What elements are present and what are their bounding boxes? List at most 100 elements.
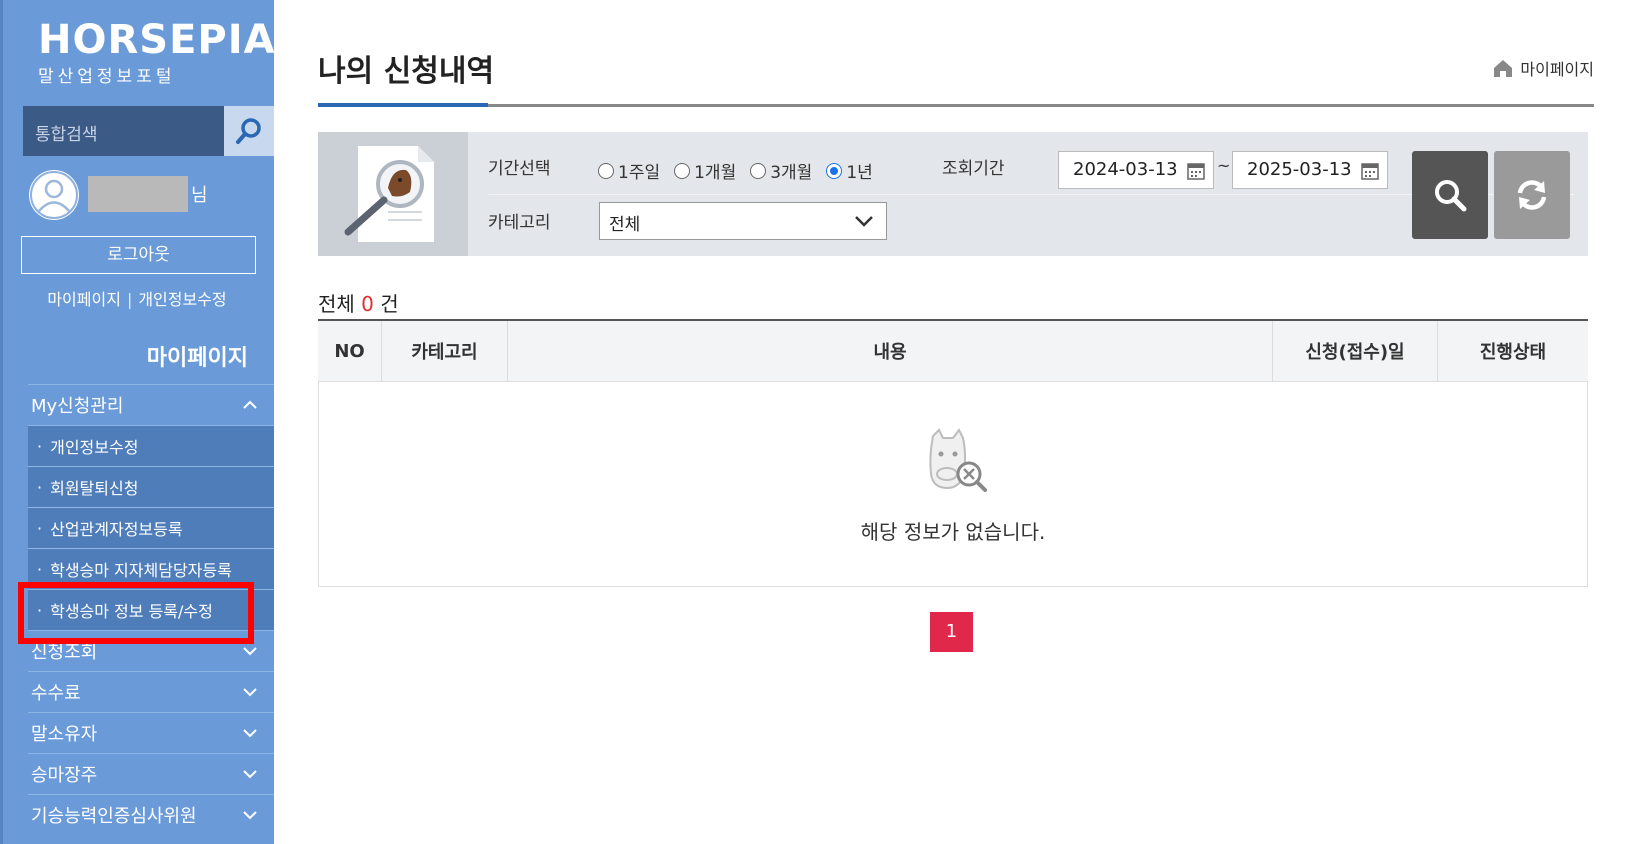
- link-separator: |: [126, 290, 133, 309]
- refresh-icon: [1517, 180, 1547, 210]
- chevron-down-icon: [243, 729, 257, 738]
- sub-item-label: 회원탈퇴신청: [50, 479, 139, 498]
- date-from-input[interactable]: 2024-03-13: [1058, 151, 1214, 189]
- user-links: 마이페이지 | 개인정보수정: [0, 286, 274, 310]
- empty-message: 해당 정보가 없습니다.: [860, 520, 1046, 544]
- bullet: ·: [37, 477, 43, 497]
- logo[interactable]: HORSEPIA 말산업정보포털: [38, 18, 274, 87]
- menu-riding-examiner[interactable]: 기승능력인증심사위원: [28, 794, 274, 835]
- sub-item-label: 학생승마 정보 등록/수정: [50, 602, 213, 621]
- menu-label: 승마장주: [31, 765, 98, 786]
- date-to-value: 2025-03-13: [1247, 159, 1352, 180]
- chevron-up-icon: [243, 400, 257, 409]
- breadcrumb[interactable]: 마이페이지: [1492, 56, 1594, 80]
- column-header-status: 진행상태: [1479, 342, 1547, 363]
- sub-item-student-local-manager[interactable]: · 학생승마 지자체담당자등록: [28, 548, 274, 589]
- sub-item-label: 학생승마 지자체담당자등록: [50, 561, 232, 580]
- sub-item-student-info-edit[interactable]: · 학생승마 정보 등록/수정: [28, 589, 274, 630]
- chevron-down-icon: [243, 647, 257, 656]
- menu-application-inquiry[interactable]: 신청조회: [28, 630, 274, 671]
- date-from-value: 2024-03-13: [1073, 159, 1178, 180]
- no-result-horse-icon: [929, 428, 987, 492]
- menu-label: 수수료: [31, 683, 81, 704]
- chevron-down-icon: [243, 770, 257, 779]
- table-header: NO 카테고리 내용 신청(접수)일 진행상태: [318, 319, 1588, 382]
- radio-circle-checked: [826, 162, 843, 179]
- table-body: 해당 정보가 없습니다.: [318, 382, 1588, 587]
- menu-my-application[interactable]: My신청관리: [28, 384, 274, 425]
- breadcrumb-label: 마이페이지: [1520, 60, 1594, 79]
- bullet: ·: [37, 559, 43, 579]
- radio-1week[interactable]: 1주일: [598, 158, 660, 183]
- category-select[interactable]: 전체: [599, 202, 887, 240]
- search-filter-panel: 기간선택 1주일 1개월 3개월 1년 조회기간 2024-03-13 ~ 20…: [318, 132, 1588, 256]
- search-icon: [236, 118, 261, 144]
- sidebar: HORSEPIA 말산업정보포털 통합검색 님 로그아웃 마이페이지 | 개인정보수…: [0, 0, 274, 844]
- calendar-icon[interactable]: [1187, 162, 1205, 180]
- avatar: [29, 170, 79, 220]
- bullet: ·: [37, 436, 43, 456]
- reset-button[interactable]: [1494, 151, 1570, 239]
- page-title: 나의 신청내역: [318, 54, 495, 89]
- user-icon: [30, 171, 78, 219]
- period-label: 기간선택: [488, 159, 551, 179]
- menu-label: My신청관리: [31, 396, 124, 417]
- search-button[interactable]: [1412, 151, 1488, 239]
- radio-circle: [598, 162, 614, 179]
- sub-item-label: 산업관계자정보등록: [50, 520, 183, 539]
- chevron-down-icon: [243, 811, 257, 820]
- document-search-icon: [344, 146, 434, 242]
- radio-label: 1년: [846, 163, 873, 183]
- search-icon: [1435, 180, 1467, 212]
- name-suffix: 님: [191, 185, 208, 206]
- search-input[interactable]: 통합검색: [23, 106, 224, 156]
- radio-1year[interactable]: 1년: [826, 158, 873, 183]
- edit-info-link[interactable]: 개인정보수정: [138, 290, 226, 309]
- mypage-link[interactable]: 마이페이지: [47, 290, 121, 309]
- title-divider: [318, 104, 1594, 107]
- logo-text: HORSEPIA: [38, 17, 274, 63]
- column-header-category: 카테고리: [382, 321, 508, 381]
- radio-circle: [674, 162, 691, 179]
- calendar-icon[interactable]: [1361, 162, 1379, 180]
- menu-label: 신청조회: [31, 642, 98, 663]
- radio-label: 1개월: [694, 163, 737, 183]
- sub-item-industry-register[interactable]: · 산업관계자정보등록: [28, 507, 274, 548]
- sub-item-withdraw[interactable]: · 회원탈퇴신청: [28, 466, 274, 507]
- pagination-page-1[interactable]: 1: [930, 612, 973, 652]
- menu-fees[interactable]: 수수료: [28, 671, 274, 712]
- user-name-redacted: [88, 176, 188, 212]
- count-suffix: 건: [380, 292, 399, 316]
- column-header-no: NO: [318, 321, 382, 381]
- count-value: 0: [361, 292, 374, 316]
- radio-label: 1주일: [618, 163, 661, 183]
- count-prefix: 전체: [318, 292, 355, 316]
- period-radio-group: 1주일 1개월 3개월 1년: [598, 158, 873, 183]
- bullet: ·: [37, 600, 43, 620]
- menu-label: 말소유자: [31, 724, 98, 745]
- range-label: 조회기간: [942, 159, 1005, 179]
- sidebar-menu: My신청관리 · 개인정보수정 · 회원탈퇴신청 · 산업관계자정보등록 · 학생승마 …: [28, 384, 274, 835]
- radio-1month[interactable]: 1개월: [674, 158, 736, 183]
- application-table: NO 카테고리 내용 신청(접수)일 진행상태 해당 정보가 없습니다.: [318, 319, 1588, 587]
- date-to-input[interactable]: 2025-03-13: [1232, 151, 1388, 189]
- section-title: 마이페이지: [146, 346, 248, 371]
- date-range-tilde: ~: [1217, 156, 1231, 175]
- radio-3months[interactable]: 3개월: [750, 158, 812, 183]
- search-button[interactable]: [224, 106, 274, 156]
- category-value: 전체: [609, 215, 641, 235]
- sub-item-edit-info[interactable]: · 개인정보수정: [28, 425, 274, 466]
- radio-label: 3개월: [770, 163, 813, 183]
- menu-label: 기승능력인증심사위원: [31, 806, 197, 827]
- result-count: 전체 0 건: [318, 288, 399, 317]
- logout-button[interactable]: 로그아웃: [21, 236, 256, 274]
- chevron-down-icon: [855, 216, 873, 227]
- column-header-content: 내용: [508, 321, 1273, 381]
- filter-illustration: [318, 132, 468, 256]
- logo-subtitle: 말산업정보포털: [38, 67, 176, 87]
- title-divider-accent: [318, 103, 488, 107]
- main-content: 나의 신청내역 마이페이지 기간선택 1주일 1개월 3개월 1년 조회기간 2…: [318, 0, 1594, 844]
- category-label: 카테고리: [488, 213, 551, 233]
- menu-horse-owner[interactable]: 말소유자: [28, 712, 274, 753]
- menu-riding-center-owner[interactable]: 승마장주: [28, 753, 274, 794]
